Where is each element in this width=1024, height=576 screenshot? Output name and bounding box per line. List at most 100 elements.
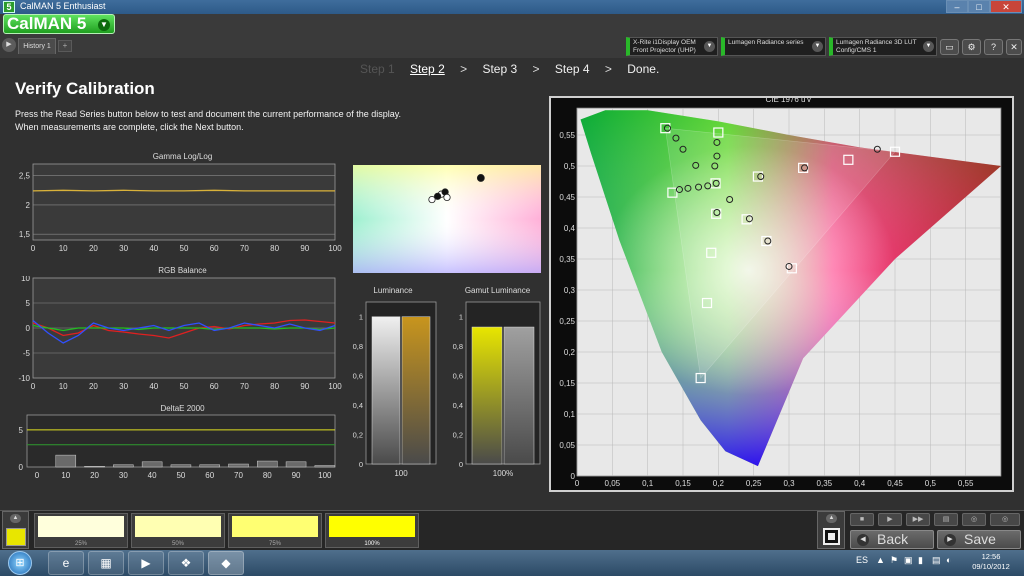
read-series-icon[interactable]: ▶▶ [906,513,930,526]
step-separator: > [604,62,612,76]
y-tick-label: 0,6 [453,372,463,381]
step-1-link[interactable]: Step 1 [360,62,395,76]
patch-50[interactable]: 50% [131,513,225,548]
network-tray-icon[interactable]: ▤ [932,555,941,566]
x-tick-label: 60 [210,244,219,253]
help-icon[interactable]: ? [984,39,1003,55]
back-button[interactable]: ◀ Back [850,530,934,549]
windows-start-icon[interactable]: ⊞ [8,551,32,575]
device-source-selector[interactable]: Lumagen Radiance series ▼ [721,37,826,56]
device-source-name: Lumagen Radiance series [728,39,804,46]
ie-icon[interactable]: e [48,551,84,575]
target-icon[interactable]: ◎ [990,513,1020,526]
device-display-selector[interactable]: Lumagen Radiance 3D LUT Config/CMS 1 ▼ [829,37,937,56]
flag-icon[interactable]: ⚑ [890,555,898,566]
luminance-bar [401,316,431,465]
y-tick-label: 1,5 [19,230,31,239]
stop-icon[interactable]: ■ [850,513,874,526]
y-tick-label: 0 [26,324,31,333]
luminance-bar [471,326,503,465]
stop-measure-button[interactable] [823,528,840,545]
instructions-line-2: When measurements are complete, click th… [15,122,244,132]
step-done-link[interactable]: Done. [627,62,659,76]
tray-expand-icon[interactable]: ▲ [876,555,885,565]
os-taskbar: ⊞ e ▦ ▶ ❖ ◆ ES ▲ ⚑ ▣ ▮ ▤ ◐ 12:56 09/10/2… [0,550,1024,576]
x-tick-label: 90 [300,244,309,253]
chevron-down-icon: ▼ [98,19,110,31]
close-window-button[interactable]: ✕ [990,0,1022,13]
y-tick-label: -10 [18,374,30,383]
battery-icon[interactable]: ▮ [918,555,923,566]
read-once-icon[interactable]: ▶ [878,513,902,526]
white-point-marker [428,195,436,204]
x-tick-label: 0,5 [925,479,937,488]
deltae-bar [84,466,105,468]
x-tick-label: 50 [180,382,189,391]
app-header: CalMAN 5 ▼ ▶ History 1 + X-Rite i1Displa… [0,14,1024,58]
x-tick-label: 60 [205,471,214,480]
step-2-link[interactable]: Step 2 [410,62,445,76]
patch-swatch [329,516,415,537]
y-tick-label: 2 [26,201,31,210]
save-label: Save [964,531,996,547]
x-tick-label: 0,4 [854,479,866,488]
x-tick-label: 0,3 [783,479,795,488]
nav-arrow-icon[interactable]: ▶ [2,38,16,52]
grid-icon[interactable]: ▤ [934,513,958,526]
system-clock[interactable]: 12:56 09/10/2012 [968,552,1014,572]
luminance-chart: 1 0,8 0,6 0,4 0,2 0 100 [353,301,437,478]
x-tick-label: 70 [240,382,249,391]
instructions-line-1: Press the Read Series button below to te… [15,109,402,119]
x-tick-label: 0,35 [817,479,833,488]
device-meter-selector[interactable]: X-Rite i1Display OEM Front Projector (UH… [626,37,718,56]
y-tick-label: 0,8 [453,342,463,351]
collapse-icon[interactable]: ▲ [10,514,21,523]
gamut-luminance-chart: 1 0,8 0,6 0,4 0,2 0 100% [453,301,541,478]
language-indicator[interactable]: ES [856,555,868,565]
x-tick-label: 70 [234,471,243,480]
calman-taskbar-icon[interactable]: ◆ [208,551,244,575]
calman-logo-menu[interactable]: CalMAN 5 ▼ [3,14,115,34]
close-icon[interactable]: ✕ [1006,39,1022,55]
y-tick-label: 0 [459,460,463,469]
minimize-button[interactable]: – [946,0,968,13]
instructions: Press the Read Series button below to te… [15,108,485,134]
collapse-icon[interactable]: ▲ [826,514,837,523]
step-3-link[interactable]: Step 3 [482,62,517,76]
deltae-bar [285,461,307,468]
x-tick-label: 40 [149,382,158,391]
gear-icon[interactable]: ⚙ [962,39,981,55]
x-tick-label: 20 [90,471,99,480]
add-tab-button[interactable]: + [58,40,72,52]
explorer-icon[interactable]: ▦ [88,551,124,575]
patch-25[interactable]: 25% [34,513,128,548]
monitor-icon[interactable]: ▭ [940,39,959,55]
step-4-link[interactable]: Step 4 [555,62,590,76]
y-tick-label: 0,25 [559,317,575,326]
tray-app-icon[interactable]: ▣ [904,555,913,566]
x-tick-label: 10 [59,382,68,391]
tab-history-1[interactable]: History 1 [18,38,56,54]
maximize-button[interactable]: □ [968,0,990,13]
x-tick-label: 0 [31,382,36,391]
deltae-bar [170,464,192,468]
x-tick-label: 50 [180,244,189,253]
volume-icon[interactable]: ◐ [946,555,951,565]
patch-75[interactable]: 75% [228,513,322,548]
y-tick-label: 0,4 [564,224,576,233]
patch-100[interactable]: 100% [325,513,419,548]
y-tick-label: 5 [19,426,24,435]
white-point-target-chart [353,165,541,273]
x-tick-label: 90 [292,471,301,480]
y-tick-label: 0 [571,472,576,481]
patch-label: 75% [268,541,281,547]
target-icon[interactable]: ◎ [962,513,986,526]
y-tick-label: 0,1 [564,410,576,419]
current-patch-panel: ▲ [2,511,29,549]
deltae-chart: 500 10 20 30 40 50 60 70 80 90 100 [19,414,336,480]
patch-label: 100% [364,541,380,547]
network-icon[interactable]: ❖ [168,551,204,575]
save-button[interactable]: ▶ Save [937,530,1021,549]
y-tick-label: 0 [359,460,363,469]
media-player-icon[interactable]: ▶ [128,551,164,575]
